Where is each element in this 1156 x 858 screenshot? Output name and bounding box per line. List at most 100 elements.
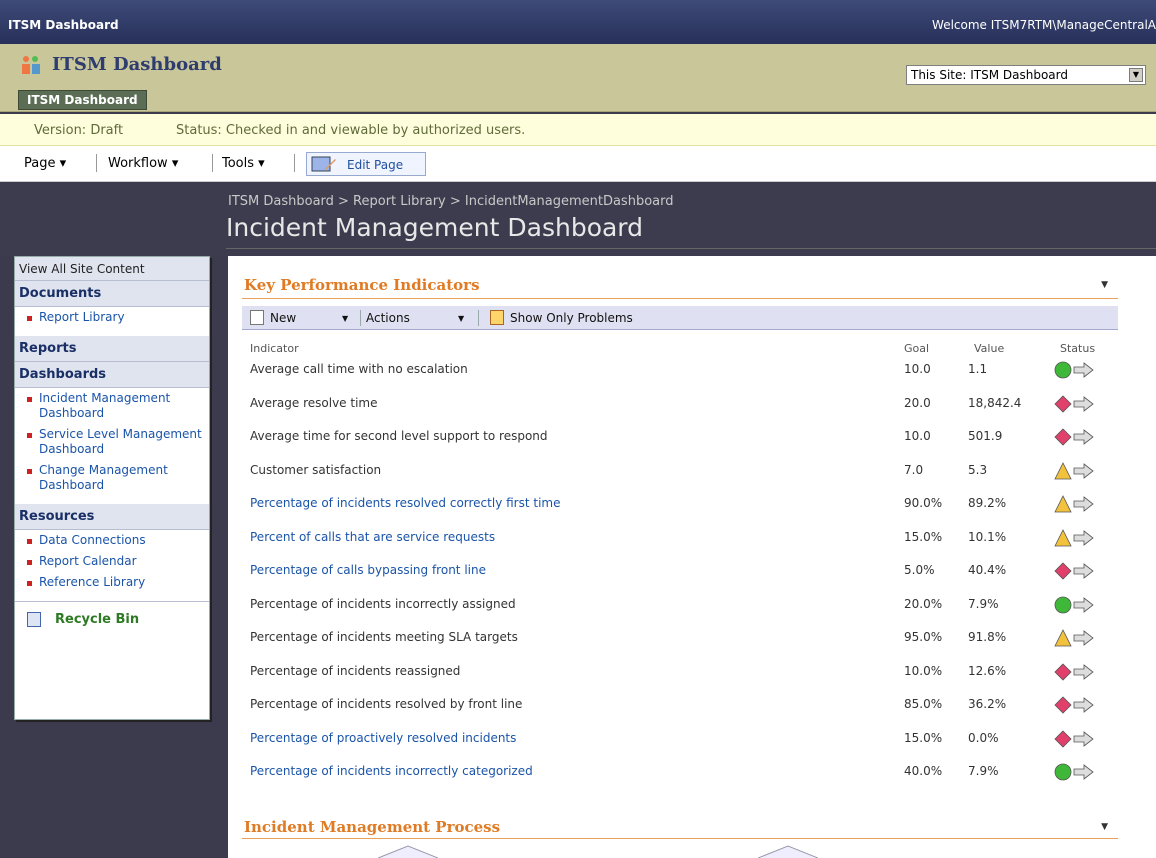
kpi-goal: 10.0: [904, 429, 931, 443]
new-dropdown-arrow-icon[interactable]: ▼: [342, 314, 348, 323]
trend-arrow-icon: [1073, 496, 1094, 512]
process-title-divider: [242, 838, 1118, 839]
actions-dropdown-arrow-icon[interactable]: ▼: [458, 314, 464, 323]
nav-item-change-management-dashboard[interactable]: Change Management Dashboard: [15, 460, 209, 496]
kpi-row: Percentage of incidents incorrectly cate…: [250, 762, 1110, 782]
kpi-goal: 5.0%: [904, 563, 935, 577]
edit-page-label: Edit Page: [347, 158, 404, 172]
bullet-icon: [27, 433, 32, 438]
page-title: Incident Management Dashboard: [226, 213, 644, 242]
kpi-row: Average call time with no escalation 10.0…: [250, 360, 1110, 380]
bullet-icon: [27, 560, 32, 565]
dropdown-arrow-icon[interactable]: ▼: [1129, 68, 1143, 82]
status-red-diamond-icon: [1054, 729, 1094, 748]
site-title[interactable]: ITSM Dashboard: [52, 54, 222, 75]
kpi-goal: 95.0%: [904, 630, 943, 644]
nav-item-label: Change Management Dashboard: [39, 463, 168, 492]
toolbar-separator: [360, 310, 361, 326]
webpart-menu-icon[interactable]: ▼: [1101, 822, 1108, 832]
kpi-row: Percentage of incidents incorrectly assi…: [250, 595, 1110, 615]
kpi-indicator-name[interactable]: Percentage of calls bypassing front line: [250, 563, 486, 577]
nav-heading-dashboards[interactable]: Dashboards: [15, 362, 209, 388]
toolbar-separator: [212, 154, 213, 172]
edit-page-button[interactable]: Edit Page: [306, 152, 426, 176]
new-item-icon[interactable]: [250, 310, 264, 325]
tab-itsm-dashboard[interactable]: ITSM Dashboard: [18, 90, 147, 110]
column-header-indicator: Indicator: [250, 342, 299, 355]
kpi-value: 89.2%: [968, 496, 1007, 510]
page-editing-toolbar: Page ▾ Workflow ▾ Tools ▾ Edit Page: [0, 146, 1156, 182]
status-label: Status: Checked in and viewable by autho…: [176, 123, 526, 138]
nav-item-label: Report Library: [39, 310, 125, 324]
site-header: ITSM Dashboard ITSM Dashboard This Site:…: [0, 44, 1156, 112]
kpi-webpart-title[interactable]: Key Performance Indicators: [244, 276, 480, 294]
kpi-indicator-name: Percentage of incidents incorrectly assi…: [250, 596, 516, 611]
trend-arrow-icon: [1073, 429, 1094, 445]
process-webpart-title[interactable]: Incident Management Process: [244, 818, 500, 836]
breadcrumb[interactable]: ITSM Dashboard > Report Library > Incide…: [228, 194, 674, 209]
kpi-value: 7.9%: [968, 596, 999, 611]
process-diagram-shape: [378, 845, 438, 858]
kpi-goal: 85.0%: [904, 697, 943, 711]
title-divider: [226, 248, 1156, 249]
status-red-diamond-icon: [1054, 428, 1094, 446]
kpi-indicator-name[interactable]: Percent of calls that are service reques…: [250, 530, 495, 544]
search-scope-select[interactable]: This Site: ITSM Dashboard ▼: [906, 65, 1146, 85]
version-label: Version: Draft: [34, 123, 124, 138]
nav-heading-resources[interactable]: Resources: [15, 504, 209, 530]
status-red-diamond-icon: [1054, 662, 1094, 681]
show-problems-icon[interactable]: [490, 310, 504, 325]
page-title-area: ITSM Dashboard > Report Library > Incide…: [0, 184, 1156, 256]
nav-item-label: Reference Library: [39, 575, 146, 589]
kpi-goal: 10.0: [904, 362, 931, 376]
webpart-menu-icon[interactable]: ▼: [1101, 280, 1108, 290]
kpi-indicator-name[interactable]: Percentage of incidents incorrectly cate…: [250, 764, 533, 778]
tools-menu[interactable]: Tools ▾: [222, 156, 265, 171]
top-bar: ITSM Dashboard Welcome ITSM7RTM\ManageCe…: [0, 0, 1156, 44]
toolbar-separator: [478, 310, 479, 326]
nav-item-data-connections[interactable]: Data Connections: [15, 530, 209, 551]
show-only-problems-button[interactable]: Show Only Problems: [510, 311, 633, 325]
bullet-icon: [27, 539, 32, 544]
actions-menu[interactable]: Actions: [366, 311, 410, 325]
welcome-menu[interactable]: Welcome ITSM7RTM\ManageCentralA: [932, 18, 1156, 32]
kpi-indicator-name: Percentage of incidents reassigned: [250, 663, 461, 678]
nav-item-service-level-management-dashboard[interactable]: Service Level Management Dashboard: [15, 424, 209, 460]
kpi-goal: 15.0%: [904, 529, 943, 544]
kpi-title-divider: [242, 298, 1118, 299]
column-header-goal: Goal: [904, 342, 930, 355]
process-diagram-shape: [758, 845, 818, 858]
view-all-site-content-link[interactable]: View All Site Content: [15, 257, 209, 281]
workflow-menu[interactable]: Workflow ▾: [108, 156, 178, 171]
kpi-indicator-name[interactable]: Percentage of incidents resolved correct…: [250, 496, 561, 510]
status-red-diamond-icon: [1054, 562, 1094, 580]
toolbar-separator: [96, 154, 97, 172]
status-yellow-triangle-icon: [1054, 461, 1094, 479]
nav-item-incident-management-dashboard[interactable]: Incident Management Dashboard: [15, 388, 209, 424]
kpi-row: Average resolve time 20.0 18,842.4: [250, 394, 1110, 414]
bullet-icon: [27, 316, 32, 321]
nav-heading-reports[interactable]: Reports: [15, 336, 209, 362]
kpi-indicator-name[interactable]: Percentage of proactively resolved incid…: [250, 731, 516, 745]
kpi-indicator-name: Percentage of incidents meeting SLA targ…: [250, 630, 518, 644]
new-button[interactable]: New: [270, 311, 296, 325]
status-yellow-triangle-icon: [1054, 495, 1094, 513]
kpi-goal: 20.0%: [904, 596, 943, 611]
kpi-indicator-name: Average time for second level support to…: [250, 429, 548, 443]
nav-item-report-library[interactable]: Report Library: [15, 307, 209, 328]
kpi-indicator-name: Average call time with no escalation: [250, 362, 468, 376]
page-menu[interactable]: Page ▾: [24, 156, 66, 171]
nav-heading-documents[interactable]: Documents: [15, 281, 209, 307]
nav-item-report-calendar[interactable]: Report Calendar: [15, 551, 209, 572]
nav-item-reference-library[interactable]: Reference Library: [15, 572, 209, 593]
kpi-row: Customer satisfaction 7.0 5.3: [250, 461, 1110, 481]
kpi-row: Percentage of calls bypassing front line…: [250, 561, 1110, 581]
trend-arrow-icon: [1073, 730, 1094, 747]
kpi-goal: 15.0%: [904, 730, 943, 745]
quick-launch-nav: View All Site Content Documents Report L…: [14, 256, 210, 720]
bullet-icon: [27, 469, 32, 474]
recycle-bin-link[interactable]: Recycle Bin: [15, 601, 209, 637]
kpi-goal: 10.0%: [904, 663, 943, 678]
kpi-row: Percentage of incidents resolved by fron…: [250, 695, 1110, 715]
top-site-link[interactable]: ITSM Dashboard: [8, 18, 119, 32]
